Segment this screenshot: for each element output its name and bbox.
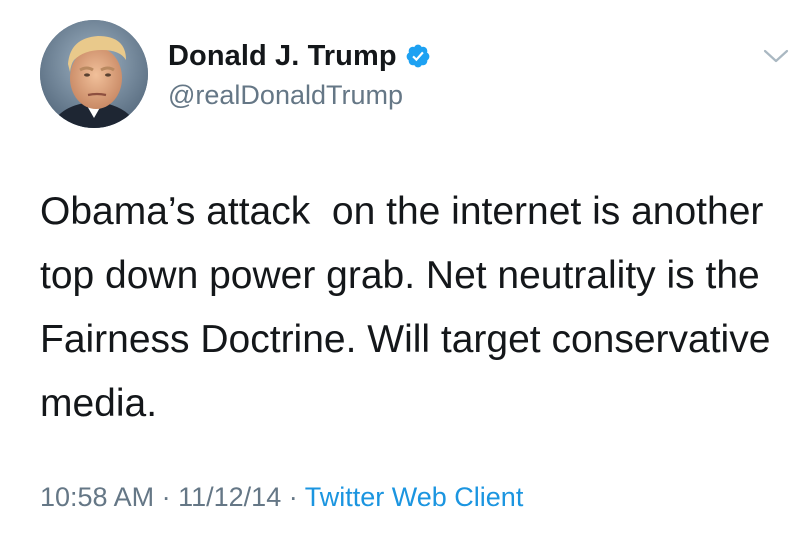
tweet-metadata: 10:58 AM · 11/12/14 · Twitter Web Client: [40, 482, 523, 513]
profile-avatar[interactable]: [40, 20, 148, 128]
verified-badge-icon: [405, 43, 431, 69]
author-handle[interactable]: @realDonaldTrump: [168, 80, 403, 111]
tweet-client-link[interactable]: Twitter Web Client: [305, 482, 524, 512]
avatar-image: [40, 20, 148, 128]
chevron-down-icon[interactable]: [763, 48, 789, 64]
meta-separator: ·: [161, 482, 171, 512]
meta-separator: ·: [288, 482, 298, 512]
author-name-row: Donald J. Trump: [168, 38, 431, 74]
tweet-text: Obama’s attack on the internet is anothe…: [40, 190, 782, 425]
author-display-name[interactable]: Donald J. Trump: [168, 40, 397, 73]
tweet-time[interactable]: 10:58 AM: [40, 482, 154, 512]
tweet-card: Donald J. Trump @realDonaldTrump Obama’s…: [0, 0, 810, 535]
tweet-date[interactable]: 11/12/14: [178, 482, 281, 512]
